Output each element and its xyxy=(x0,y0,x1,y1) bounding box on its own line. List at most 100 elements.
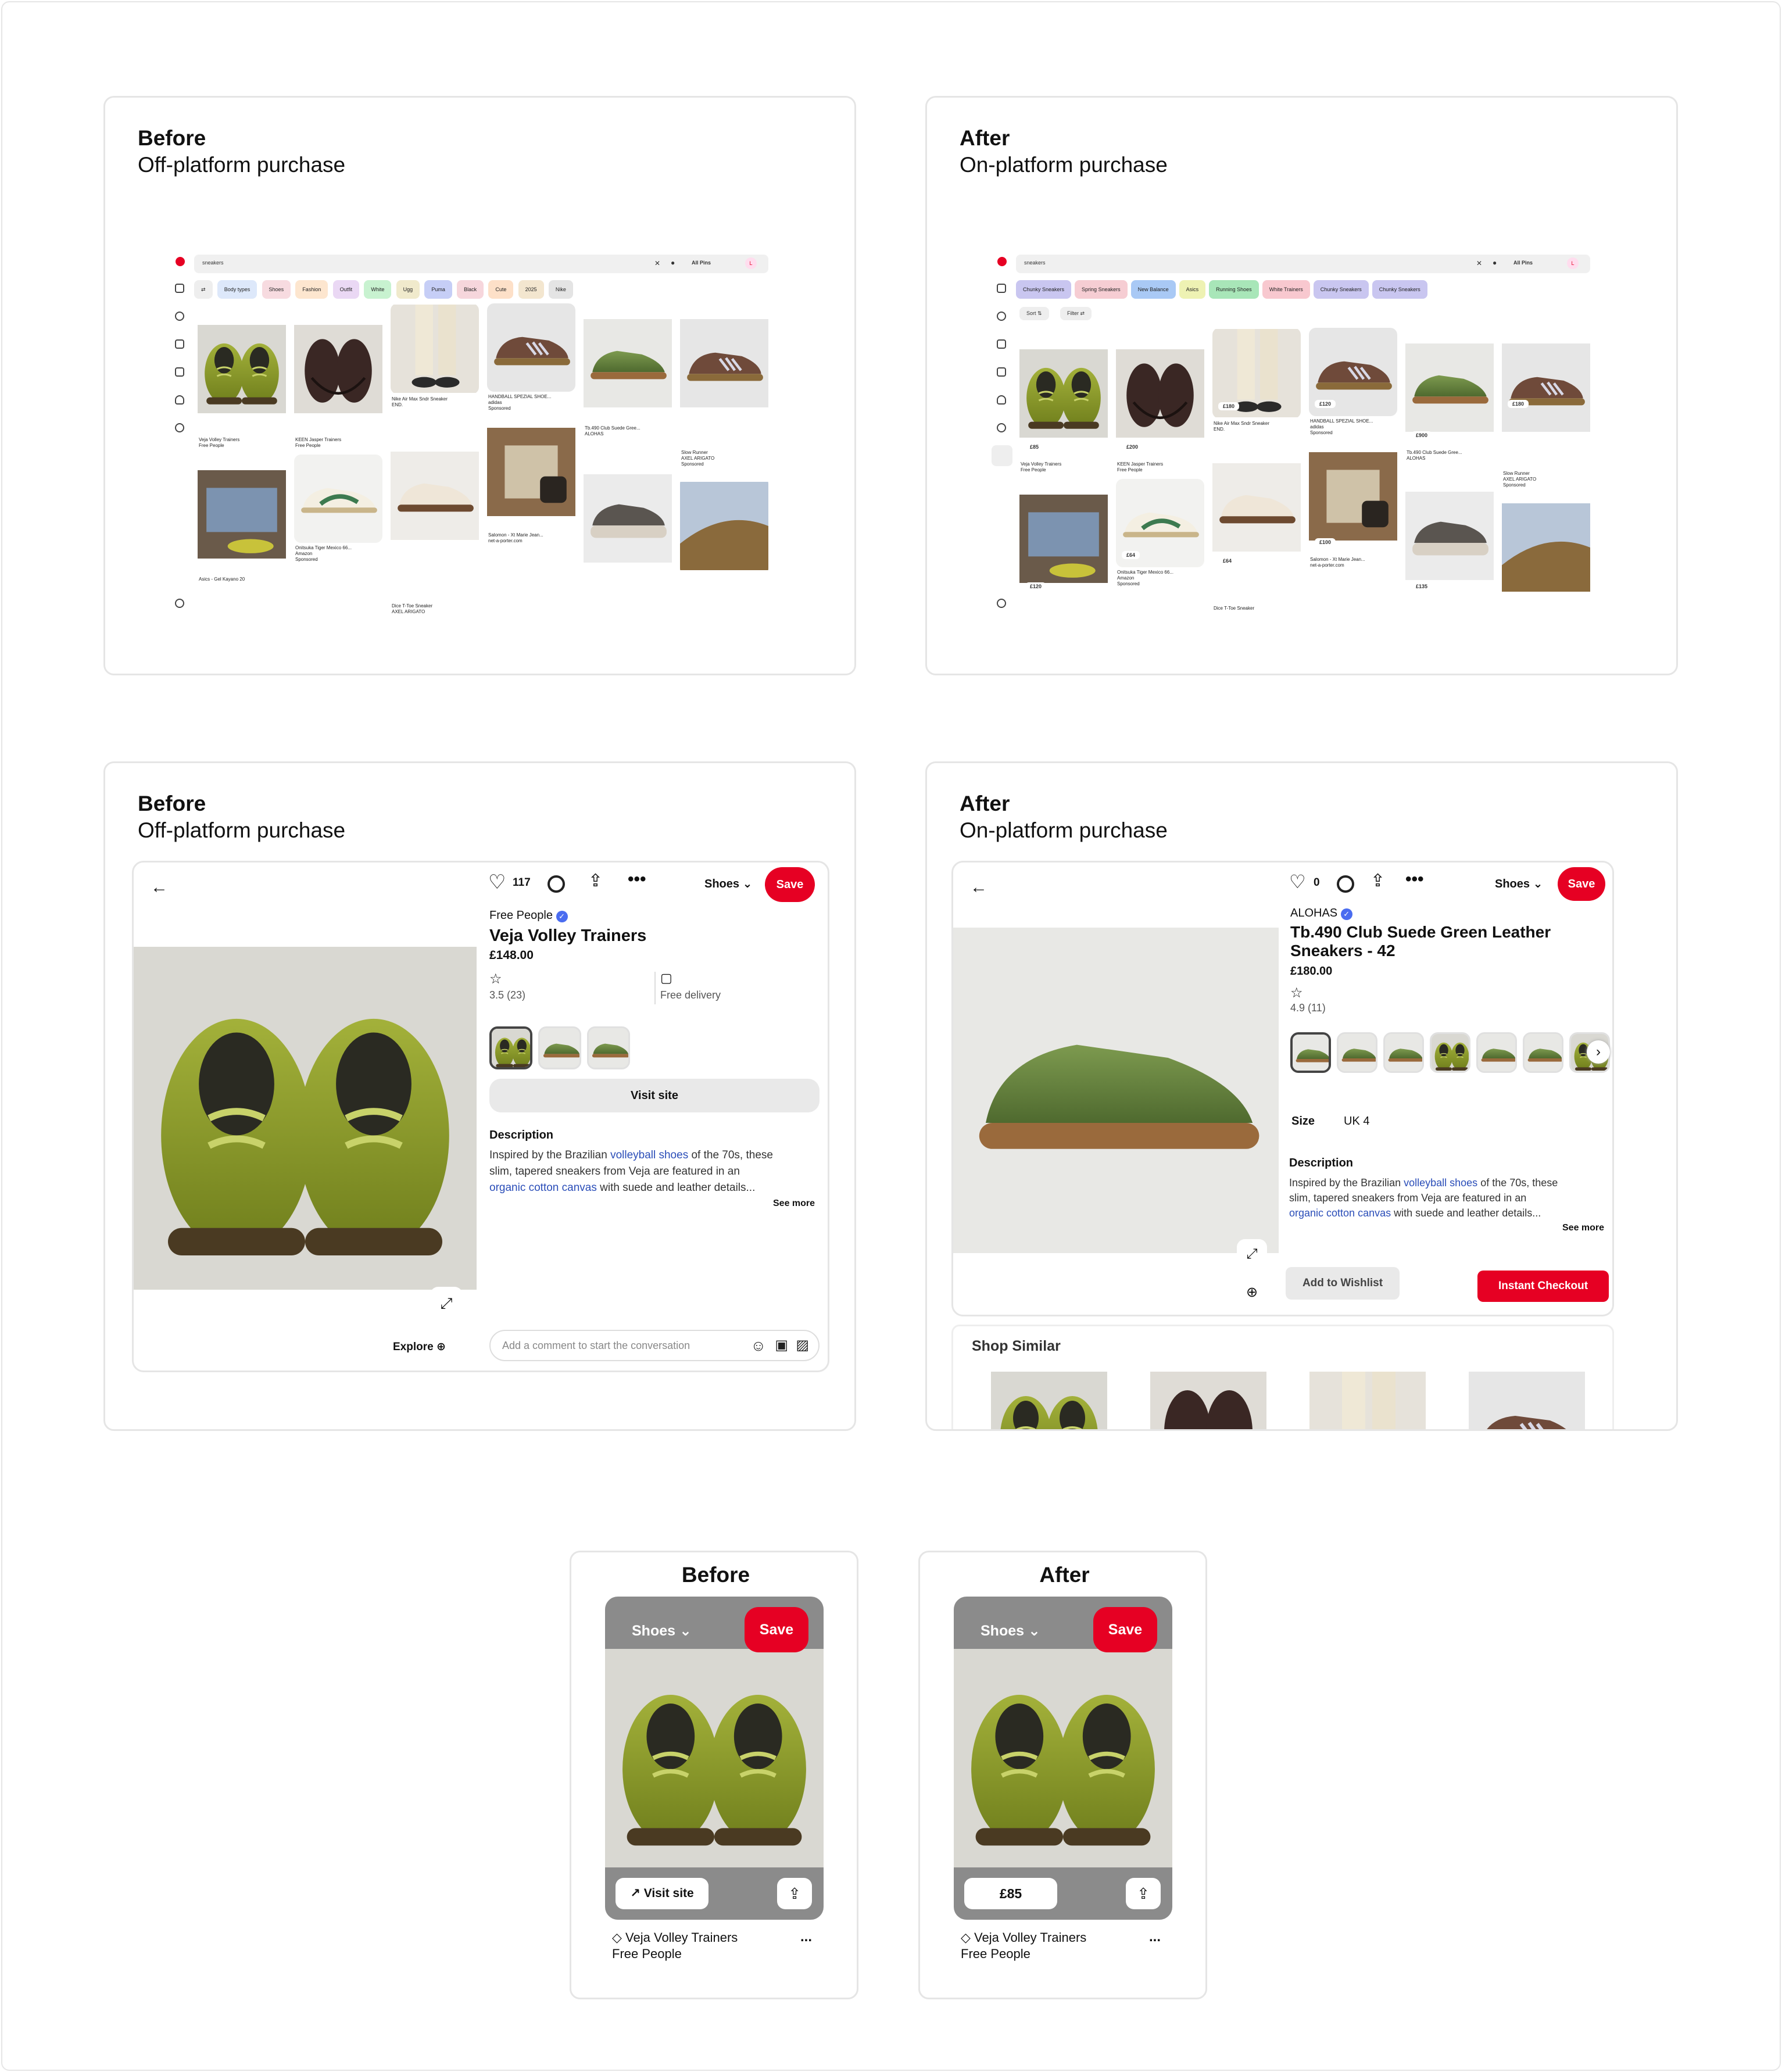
chip[interactable]: Running Shoes xyxy=(1209,280,1259,299)
share-icon[interactable]: ⇪ xyxy=(1371,871,1385,891)
share-icon[interactable]: ⇪ xyxy=(588,871,603,891)
pin-onitsuka[interactable] xyxy=(294,455,382,543)
thumbnail[interactable] xyxy=(1523,1032,1563,1073)
explore-icon[interactable] xyxy=(175,312,184,321)
chip[interactable]: Chunky Sneakers xyxy=(1313,280,1369,299)
pin-blue[interactable] xyxy=(1502,496,1590,599)
chip[interactable]: New Balance xyxy=(1130,280,1176,299)
pin-alohas[interactable] xyxy=(584,303,672,423)
description-link[interactable]: organic cotton canvas xyxy=(489,1182,597,1194)
home-icon[interactable] xyxy=(997,284,1006,293)
boards-icon[interactable] xyxy=(175,339,184,349)
description-link[interactable]: organic cotton canvas xyxy=(1289,1207,1391,1219)
save-button[interactable]: Save xyxy=(745,1607,808,1652)
pin-chunky[interactable] xyxy=(1405,473,1494,599)
chip[interactable]: Chunky Sneakers xyxy=(1016,280,1072,299)
pin-cream[interactable] xyxy=(1212,442,1301,573)
create-icon[interactable] xyxy=(997,367,1006,377)
filter-icon[interactable]: ⇄ xyxy=(194,280,213,299)
pin-card[interactable]: Shoes ⌄ Save £85 ⇪ xyxy=(954,1597,1172,1920)
chip[interactable]: Cute xyxy=(488,280,514,299)
board-dropdown[interactable]: Shoes ⌄ xyxy=(981,1622,1040,1640)
pin-veja[interactable] xyxy=(1019,328,1108,459)
add-to-wishlist-button[interactable]: Add to Wishlist xyxy=(1286,1267,1400,1300)
thumbnail[interactable] xyxy=(1290,1032,1331,1073)
visit-site-button[interactable]: Visit site xyxy=(489,1079,820,1112)
back-button[interactable]: ← xyxy=(143,872,176,904)
more-icon[interactable]: ... xyxy=(800,1929,812,1945)
thumbnail[interactable] xyxy=(587,1026,630,1069)
all-pins-dropdown[interactable]: All Pins xyxy=(692,260,711,266)
chip[interactable]: Body types xyxy=(217,280,257,299)
chip[interactable]: Fashion xyxy=(295,280,328,299)
thumbnail[interactable] xyxy=(1337,1032,1377,1073)
boards-icon[interactable] xyxy=(997,339,1006,349)
pin-keen[interactable] xyxy=(294,303,382,435)
back-button[interactable]: ← xyxy=(962,872,995,904)
chip[interactable]: Nike xyxy=(548,280,573,299)
like-icon[interactable]: ♡ xyxy=(488,871,506,894)
see-more-link[interactable]: See more xyxy=(773,1198,815,1209)
notifications-icon[interactable] xyxy=(175,395,184,405)
instant-checkout-button[interactable]: Instant Checkout xyxy=(1477,1271,1609,1302)
price-badge[interactable]: £85 xyxy=(964,1878,1057,1909)
description-link[interactable]: volleyball shoes xyxy=(1404,1177,1477,1189)
chip[interactable]: Black xyxy=(457,280,484,299)
pin-alohas[interactable] xyxy=(1405,328,1494,448)
share-icon[interactable]: ⇪ xyxy=(777,1878,812,1909)
mic-icon[interactable]: ● xyxy=(1493,259,1497,267)
avatar[interactable]: L xyxy=(745,257,757,269)
pin-slow-runner[interactable] xyxy=(1502,328,1590,448)
messages-icon[interactable] xyxy=(997,423,1006,432)
pin-adidas[interactable] xyxy=(487,303,575,392)
avatar[interactable]: L xyxy=(1567,257,1579,269)
expand-icon[interactable]: ⤢ xyxy=(1237,1239,1267,1269)
pin-veja[interactable] xyxy=(198,303,286,435)
description-link[interactable]: volleyball shoes xyxy=(610,1149,688,1161)
board-dropdown[interactable]: Shoes ⌄ xyxy=(632,1622,692,1640)
pin-cream[interactable] xyxy=(391,430,479,561)
save-button[interactable]: Save xyxy=(1093,1607,1157,1652)
save-button[interactable]: Save xyxy=(1558,867,1605,901)
similar-item[interactable] xyxy=(1133,1372,1283,1431)
similar-item[interactable] xyxy=(1293,1372,1443,1431)
pin-keen[interactable] xyxy=(1116,328,1204,459)
close-icon[interactable]: ✕ xyxy=(654,259,660,267)
search-input[interactable]: sneakers ✕ ● All Pins L xyxy=(1016,255,1590,273)
like-icon[interactable]: ♡ xyxy=(1289,871,1306,893)
visit-site-button[interactable]: ↗ Visit site xyxy=(616,1878,708,1909)
visual-search-icon[interactable]: ⊕ xyxy=(1237,1277,1267,1308)
comment-icon[interactable] xyxy=(1337,875,1354,893)
chip[interactable]: White xyxy=(364,280,392,299)
explore-icon[interactable] xyxy=(997,312,1006,321)
shop-icon[interactable] xyxy=(992,445,1012,466)
pinterest-logo-icon[interactable] xyxy=(176,257,185,266)
chip[interactable]: Ugg xyxy=(396,280,420,299)
thumbnail[interactable] xyxy=(1476,1032,1517,1073)
chip[interactable]: Outfit xyxy=(332,280,360,299)
thumbnail[interactable] xyxy=(538,1026,581,1069)
comment-icon[interactable] xyxy=(548,875,565,893)
home-icon[interactable] xyxy=(175,284,184,293)
filter-button[interactable]: Filter ⇄ xyxy=(1060,307,1092,320)
all-pins-dropdown[interactable]: All Pins xyxy=(1513,260,1533,266)
pin-nike[interactable] xyxy=(391,303,479,394)
notifications-icon[interactable] xyxy=(997,395,1006,405)
see-more-link[interactable]: See more xyxy=(1562,1223,1604,1233)
pin-blue[interactable] xyxy=(680,477,768,575)
thumbnail[interactable] xyxy=(1430,1032,1470,1073)
more-icon[interactable]: ••• xyxy=(628,869,646,889)
pin-salomon[interactable] xyxy=(487,414,575,530)
pin-card[interactable]: Shoes ⌄ Save ↗ Visit site ⇪ xyxy=(605,1597,824,1920)
settings-icon[interactable] xyxy=(997,599,1006,608)
pinterest-logo-icon[interactable] xyxy=(997,257,1007,266)
mic-icon[interactable]: ● xyxy=(671,259,675,267)
pin-jeans[interactable] xyxy=(198,455,286,574)
thumbnail[interactable] xyxy=(489,1026,532,1069)
close-icon[interactable]: ✕ xyxy=(1476,259,1482,267)
chevron-right-icon[interactable]: › xyxy=(1587,1040,1610,1064)
pin-chunky[interactable] xyxy=(584,456,672,581)
pin-jeans[interactable] xyxy=(1019,479,1108,599)
pin-slow-runner[interactable] xyxy=(680,303,768,423)
chip[interactable]: White Trainers xyxy=(1262,280,1310,299)
